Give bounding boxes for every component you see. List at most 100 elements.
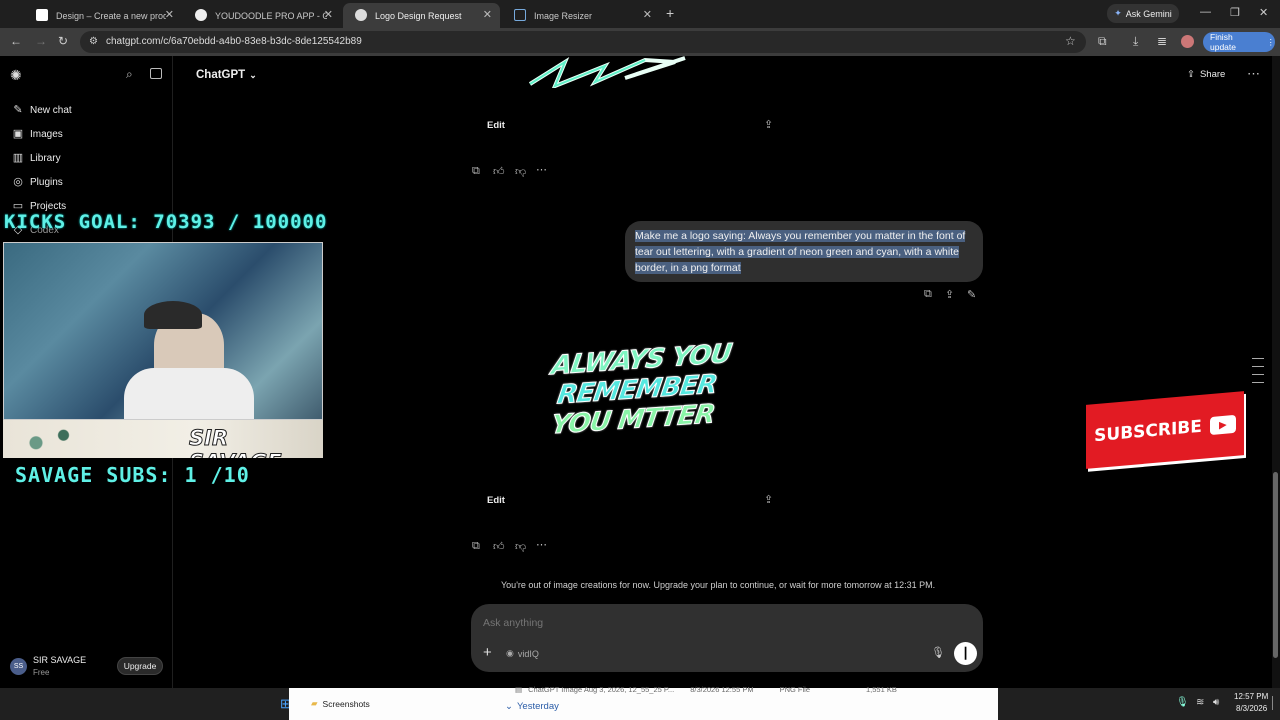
search-icon[interactable]: ⌕ [126, 67, 133, 82]
voice-mode-button[interactable]: ┃ [954, 642, 977, 665]
user-name[interactable]: SIR SAVAGE [33, 655, 86, 665]
tab-logo-design-request[interactable]: Logo Design Request ✕ [343, 3, 500, 28]
sidebar-item-label: Images [30, 128, 63, 140]
message-input[interactable] [483, 614, 923, 632]
more-vertical-icon: ⋮ [1266, 36, 1276, 47]
openai-logo-icon[interactable]: ✺ [10, 67, 22, 84]
more-options-icon[interactable]: ⋯ [1247, 66, 1260, 82]
copy-icon[interactable]: ⧉ [472, 165, 480, 178]
wifi-tray-icon[interactable]: ≋ [1196, 697, 1204, 708]
tab-image-resizer[interactable]: Image Resizer ✕ [502, 3, 660, 28]
sidebar-item-label: Plugins [30, 176, 63, 188]
vidiq-tool-chip[interactable]: ◉ vidIQ [506, 648, 539, 659]
avatar[interactable]: SS [10, 658, 27, 675]
edit-image-button[interactable]: Edit [487, 495, 505, 506]
more-actions-icon[interactable]: ⋯ [536, 163, 547, 176]
tab-youdoodle[interactable]: YOUDOODLE PRO APP - Google ✕ [183, 3, 341, 28]
clock-date[interactable]: 8/3/2026 [1236, 704, 1267, 713]
tab-label: Image Resizer [534, 10, 593, 21]
share-message-icon[interactable]: ⇪ [945, 288, 954, 301]
copy-message-icon[interactable]: ⧉ [924, 288, 932, 301]
thumbs-down-icon[interactable]: 👎︎ [515, 540, 526, 553]
share-icon: ⇪ [1187, 69, 1195, 80]
resizer-favicon-icon [514, 9, 526, 21]
show-desktop-button[interactable] [1272, 696, 1276, 710]
back-icon[interactable]: ← [10, 34, 22, 48]
microphone-icon[interactable]: 🎙︎ [931, 646, 945, 659]
close-tab-icon[interactable]: ✕ [643, 8, 652, 21]
streamer-shirt [124, 368, 254, 419]
forward-icon[interactable]: → [35, 34, 47, 48]
file-icon: ▤ [515, 685, 523, 694]
add-attachment-icon[interactable]: + [483, 644, 492, 661]
download-icon[interactable]: ⤓ [1133, 34, 1138, 49]
minimize-icon[interactable]: — [1200, 6, 1211, 18]
media-queue-icon[interactable]: ≣ [1157, 34, 1167, 48]
extensions-icon[interactable]: ⧉ [1098, 34, 1107, 49]
sidebar-item-images[interactable]: ▣ Images [12, 128, 63, 140]
thumbs-down-icon[interactable]: 👎︎ [515, 165, 526, 178]
generated-logo-image[interactable]: ALWAYS YOU REMEMBER YOU MTTER [529, 338, 742, 455]
sidebar-toggle-icon[interactable] [150, 68, 162, 79]
scrollbar-thumb[interactable] [1273, 472, 1278, 658]
more-actions-icon[interactable]: ⋯ [536, 538, 547, 551]
image-icon: ▣ [12, 128, 24, 140]
download-image-icon[interactable]: ⇪ [764, 493, 773, 506]
mic-tray-icon[interactable]: 🎙︎ [1176, 697, 1189, 708]
profile-avatar-icon[interactable] [1181, 35, 1194, 48]
thumbs-up-icon[interactable]: 👍︎ [493, 540, 505, 553]
model-selector[interactable]: ChatGPT ⌄ [196, 69, 257, 81]
savage-subs-overlay: SAVAGE SUBS: 1 /10 [15, 463, 250, 487]
file-row[interactable]: ▤ ChatGPT Image Aug 3, 2026, 12_55_25 P.… [515, 685, 897, 694]
conversation-outline-icon[interactable] [1252, 358, 1264, 388]
page-title: ChatGPT [196, 69, 246, 81]
copy-icon[interactable]: ⧉ [472, 540, 480, 553]
thumbs-up-icon[interactable]: 👍︎ [493, 165, 505, 178]
folder-label: Screenshots [322, 698, 370, 709]
group-header[interactable]: ⌄ Yesterday [505, 701, 559, 712]
banner-painting [3, 420, 113, 458]
close-tab-icon[interactable]: ✕ [324, 8, 333, 21]
youtube-play-icon: ▶ [1209, 414, 1236, 436]
user-plan: Free [33, 668, 50, 677]
kicks-goal-overlay: KICKS GOAL: 70393 / 100000 [4, 211, 328, 233]
browser-tab-strip: Design – Create a new product ✕ YOUDOODL… [0, 0, 1280, 28]
address-bar[interactable]: ⚙ chatgpt.com/c/6a70ebdd-a4b0-83e8-b3dc-… [80, 31, 1086, 53]
ask-gemini-button[interactable]: ✦ Ask Gemini [1107, 4, 1179, 23]
share-label: Share [1199, 69, 1226, 80]
edit-message-icon[interactable]: ✎ [967, 288, 976, 301]
reload-icon[interactable]: ↻ [58, 34, 68, 48]
download-image-icon[interactable]: ⇪ [764, 118, 773, 131]
clock-time[interactable]: 12:57 PM [1234, 692, 1268, 701]
tab-label: YOUDOODLE PRO APP - Google [215, 10, 327, 21]
user-message-text[interactable]: Make me a logo saying: Always you rememb… [635, 228, 971, 276]
image-limit-notice: You're out of image creations for now. U… [501, 580, 936, 590]
share-button[interactable]: ⇪ Share [1187, 69, 1225, 80]
restore-icon[interactable]: ❐ [1230, 6, 1240, 19]
sidebar-item-label: Projects [30, 200, 67, 212]
close-window-icon[interactable]: ✕ [1259, 6, 1268, 19]
sidebar-item-library[interactable]: ▥ Library [12, 152, 61, 164]
file-size: 1,551 KB [866, 685, 897, 694]
tab-label: Design – Create a new product [56, 10, 166, 21]
finish-update-button[interactable]: Finish update ⋮ [1203, 32, 1275, 52]
vidiq-icon: ◉ [506, 648, 514, 658]
upgrade-button[interactable]: Upgrade [117, 657, 163, 675]
site-info-icon[interactable]: ⚙ [89, 36, 98, 47]
sidebar-item-plugins[interactable]: ◎ Plugins [12, 176, 63, 188]
close-tab-icon[interactable]: ✕ [483, 8, 492, 21]
new-tab-icon[interactable]: + [666, 5, 674, 21]
chevron-down-icon: ⌄ [249, 69, 257, 80]
finish-update-label: Finish update [1210, 32, 1236, 52]
close-tab-icon[interactable]: ✕ [165, 8, 174, 21]
google-favicon-icon [195, 9, 207, 21]
tab-label: Logo Design Request [375, 10, 462, 21]
url-text[interactable]: chatgpt.com/c/6a70ebdd-a4b0-83e8-b3dc-8d… [106, 36, 362, 47]
bookmark-star-icon[interactable]: ☆ [1065, 34, 1076, 48]
tab-design[interactable]: Design – Create a new product ✕ [24, 3, 182, 28]
volume-tray-icon[interactable]: 🔊︎ [1213, 697, 1219, 708]
edit-image-button[interactable]: Edit [487, 120, 505, 131]
avatar-initials: SS [13, 663, 24, 670]
sidebar-item-new-chat[interactable]: ✎ New chat [12, 104, 71, 116]
folder-item[interactable]: ▰ Screenshots [311, 698, 370, 709]
